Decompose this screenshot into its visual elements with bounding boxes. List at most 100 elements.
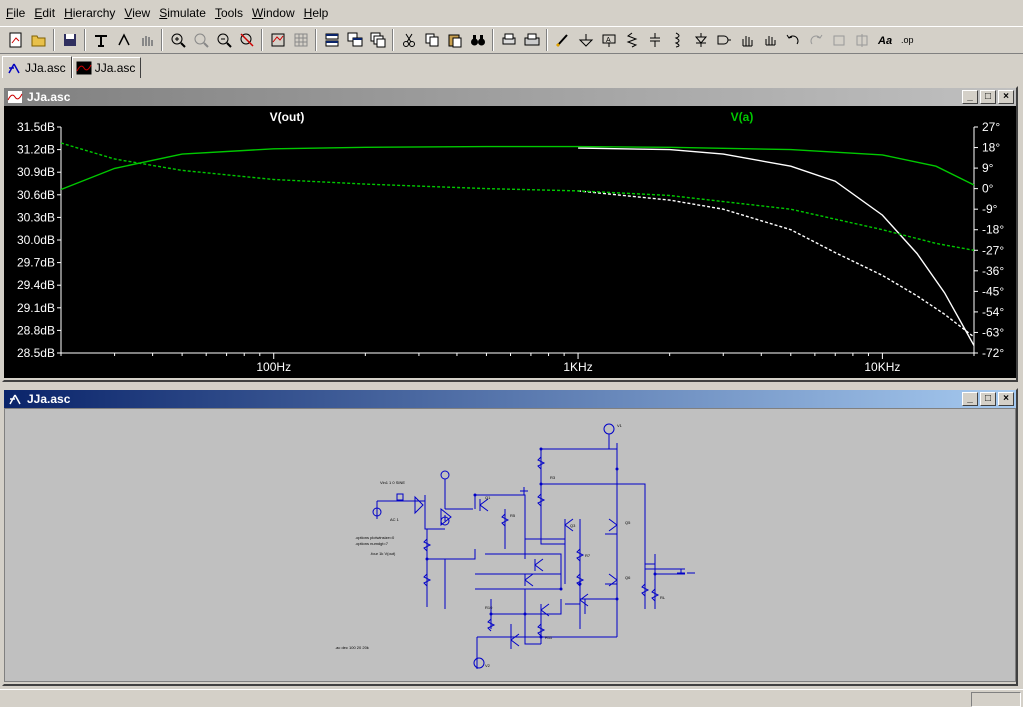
- find-binoculars-icon[interactable]: [466, 29, 489, 51]
- zoom-in-icon[interactable]: [166, 29, 189, 51]
- menu-file[interactable]: File: [2, 3, 29, 23]
- diode-icon[interactable]: [689, 29, 712, 51]
- minimize-button[interactable]: _: [962, 392, 978, 406]
- label-net-icon[interactable]: A: [597, 29, 620, 51]
- svg-text:RL: RL: [660, 595, 666, 600]
- right-tick-label: 0°: [982, 182, 994, 196]
- tab-waveform[interactable]: JJa.asc: [71, 57, 142, 78]
- schematic-window-titlebar[interactable]: JJa.asc _ □ ×: [4, 390, 1016, 408]
- svg-text:R5: R5: [510, 513, 516, 518]
- menu-view[interactable]: View: [120, 3, 154, 23]
- svg-text:Aa: Aa: [877, 35, 892, 47]
- bode-plot-svg[interactable]: 31.5dB 31.2dB 30.9dB 30.6dB 30.3dB 30.0dB 29.7…: [4, 106, 1016, 378]
- right-tick-label: -54°: [982, 305, 1004, 319]
- halt-hand-icon[interactable]: [135, 29, 158, 51]
- paste-icon[interactable]: [443, 29, 466, 51]
- close-button[interactable]: ×: [998, 90, 1014, 104]
- right-tick-label: -18°: [982, 223, 1004, 237]
- right-tick-label: -9°: [982, 202, 998, 216]
- plot-window-title: JJa.asc: [27, 90, 71, 104]
- menu-help[interactable]: Help: [300, 3, 333, 23]
- print-icon[interactable]: [520, 29, 543, 51]
- waveform-icon: [7, 90, 23, 104]
- drag-hand-icon[interactable]: [758, 29, 781, 51]
- redo-icon[interactable]: [804, 29, 827, 51]
- left-tick-label: 28.5dB: [17, 346, 55, 360]
- schematic-icon: [9, 394, 21, 405]
- amplifier-schematic[interactable]: Vin1 1 0 SINE AC 1 .options plotwinsize=…: [5, 409, 1017, 683]
- spice-directive-icon[interactable]: .op: [896, 29, 919, 51]
- menu-hierarchy[interactable]: Hierarchy: [60, 3, 119, 23]
- menu-bar: File Edit Hierarchy View Simulate Tools …: [0, 3, 1023, 23]
- maximize-button[interactable]: □: [980, 392, 996, 406]
- undo-icon[interactable]: [781, 29, 804, 51]
- menu-simulate[interactable]: Simulate: [155, 3, 210, 23]
- zoom-pan-icon[interactable]: [189, 29, 212, 51]
- grid-icon[interactable]: [289, 29, 312, 51]
- resistor-icon[interactable]: [620, 29, 643, 51]
- left-tick-label: 29.4dB: [17, 278, 55, 292]
- tile-vertical-icon[interactable]: [366, 29, 389, 51]
- tab-label: JJa.asc: [94, 61, 136, 75]
- phase-trace: [578, 190, 975, 338]
- left-tick-label: 31.5dB: [17, 120, 55, 134]
- component-icon[interactable]: [712, 29, 735, 51]
- svg-text:A: A: [606, 37, 611, 44]
- control-panel-icon[interactable]: [89, 29, 112, 51]
- text-icon[interactable]: Aa: [873, 29, 896, 51]
- toolbar-separator: [261, 29, 263, 51]
- tab-schematic[interactable]: JJa.asc: [2, 56, 72, 78]
- left-tick-label: 29.1dB: [17, 301, 55, 315]
- right-tick-label: 27°: [982, 120, 1000, 134]
- svg-text:Q6: Q6: [625, 575, 631, 580]
- right-tick-label: -45°: [982, 284, 1004, 298]
- left-tick-label: 30.6dB: [17, 188, 55, 202]
- magnitude-trace: [578, 147, 975, 346]
- close-button[interactable]: ×: [998, 392, 1014, 406]
- menu-window[interactable]: Window: [248, 3, 299, 23]
- legend-label: V(a): [731, 110, 754, 124]
- left-tick-label: 28.8dB: [17, 323, 55, 337]
- svg-text:AC 1: AC 1: [390, 517, 400, 522]
- right-tick-label: 18°: [982, 141, 1000, 155]
- zoom-out-icon[interactable]: [212, 29, 235, 51]
- print-setup-icon[interactable]: [497, 29, 520, 51]
- ground-icon[interactable]: [574, 29, 597, 51]
- mirror-icon[interactable]: [850, 29, 873, 51]
- schematic-window-title: JJa.asc: [27, 392, 71, 406]
- maximize-button[interactable]: □: [980, 90, 996, 104]
- x-tick-label: 1KHz: [563, 360, 592, 374]
- schematic-canvas[interactable]: Vin1 1 0 SINE AC 1 .options plotwinsize=…: [4, 408, 1016, 682]
- toolbar-separator: [546, 29, 548, 51]
- menu-tools[interactable]: Tools: [211, 3, 247, 23]
- cut-icon[interactable]: [397, 29, 420, 51]
- svg-text:Q3: Q3: [570, 523, 576, 528]
- tile-horizontal-icon[interactable]: [320, 29, 343, 51]
- tab-label: JJa.asc: [25, 60, 66, 75]
- new-schematic-icon[interactable]: [4, 29, 27, 51]
- zoom-fit-icon[interactable]: [235, 29, 258, 51]
- svg-text:R7: R7: [585, 553, 591, 558]
- status-bar: [0, 689, 1023, 707]
- menu-edit[interactable]: Edit: [30, 3, 59, 23]
- toolbar-separator: [392, 29, 394, 51]
- draw-wire-icon[interactable]: [551, 29, 574, 51]
- phase-trace: [60, 142, 975, 251]
- open-folder-icon[interactable]: [27, 29, 50, 51]
- left-tick-label: 30.3dB: [17, 210, 55, 224]
- move-hand-icon[interactable]: [735, 29, 758, 51]
- waveform-plot[interactable]: 31.5dB 31.2dB 30.9dB 30.6dB 30.3dB 30.0dB 29.7…: [4, 106, 1016, 378]
- capacitor-icon[interactable]: [643, 29, 666, 51]
- plot-window-titlebar[interactable]: JJa.asc _ □ ×: [4, 88, 1016, 106]
- run-icon[interactable]: [112, 29, 135, 51]
- minimize-button[interactable]: _: [962, 90, 978, 104]
- rotate-icon[interactable]: [827, 29, 850, 51]
- cascade-icon[interactable]: [343, 29, 366, 51]
- copy-icon[interactable]: [420, 29, 443, 51]
- legend-label: V(out): [270, 110, 305, 124]
- save-icon[interactable]: [58, 29, 81, 51]
- svg-text:.four 1k V(out): .four 1k V(out): [370, 551, 396, 556]
- autorange-icon[interactable]: [266, 29, 289, 51]
- left-tick-label: 30.9dB: [17, 165, 55, 179]
- inductor-icon[interactable]: [666, 29, 689, 51]
